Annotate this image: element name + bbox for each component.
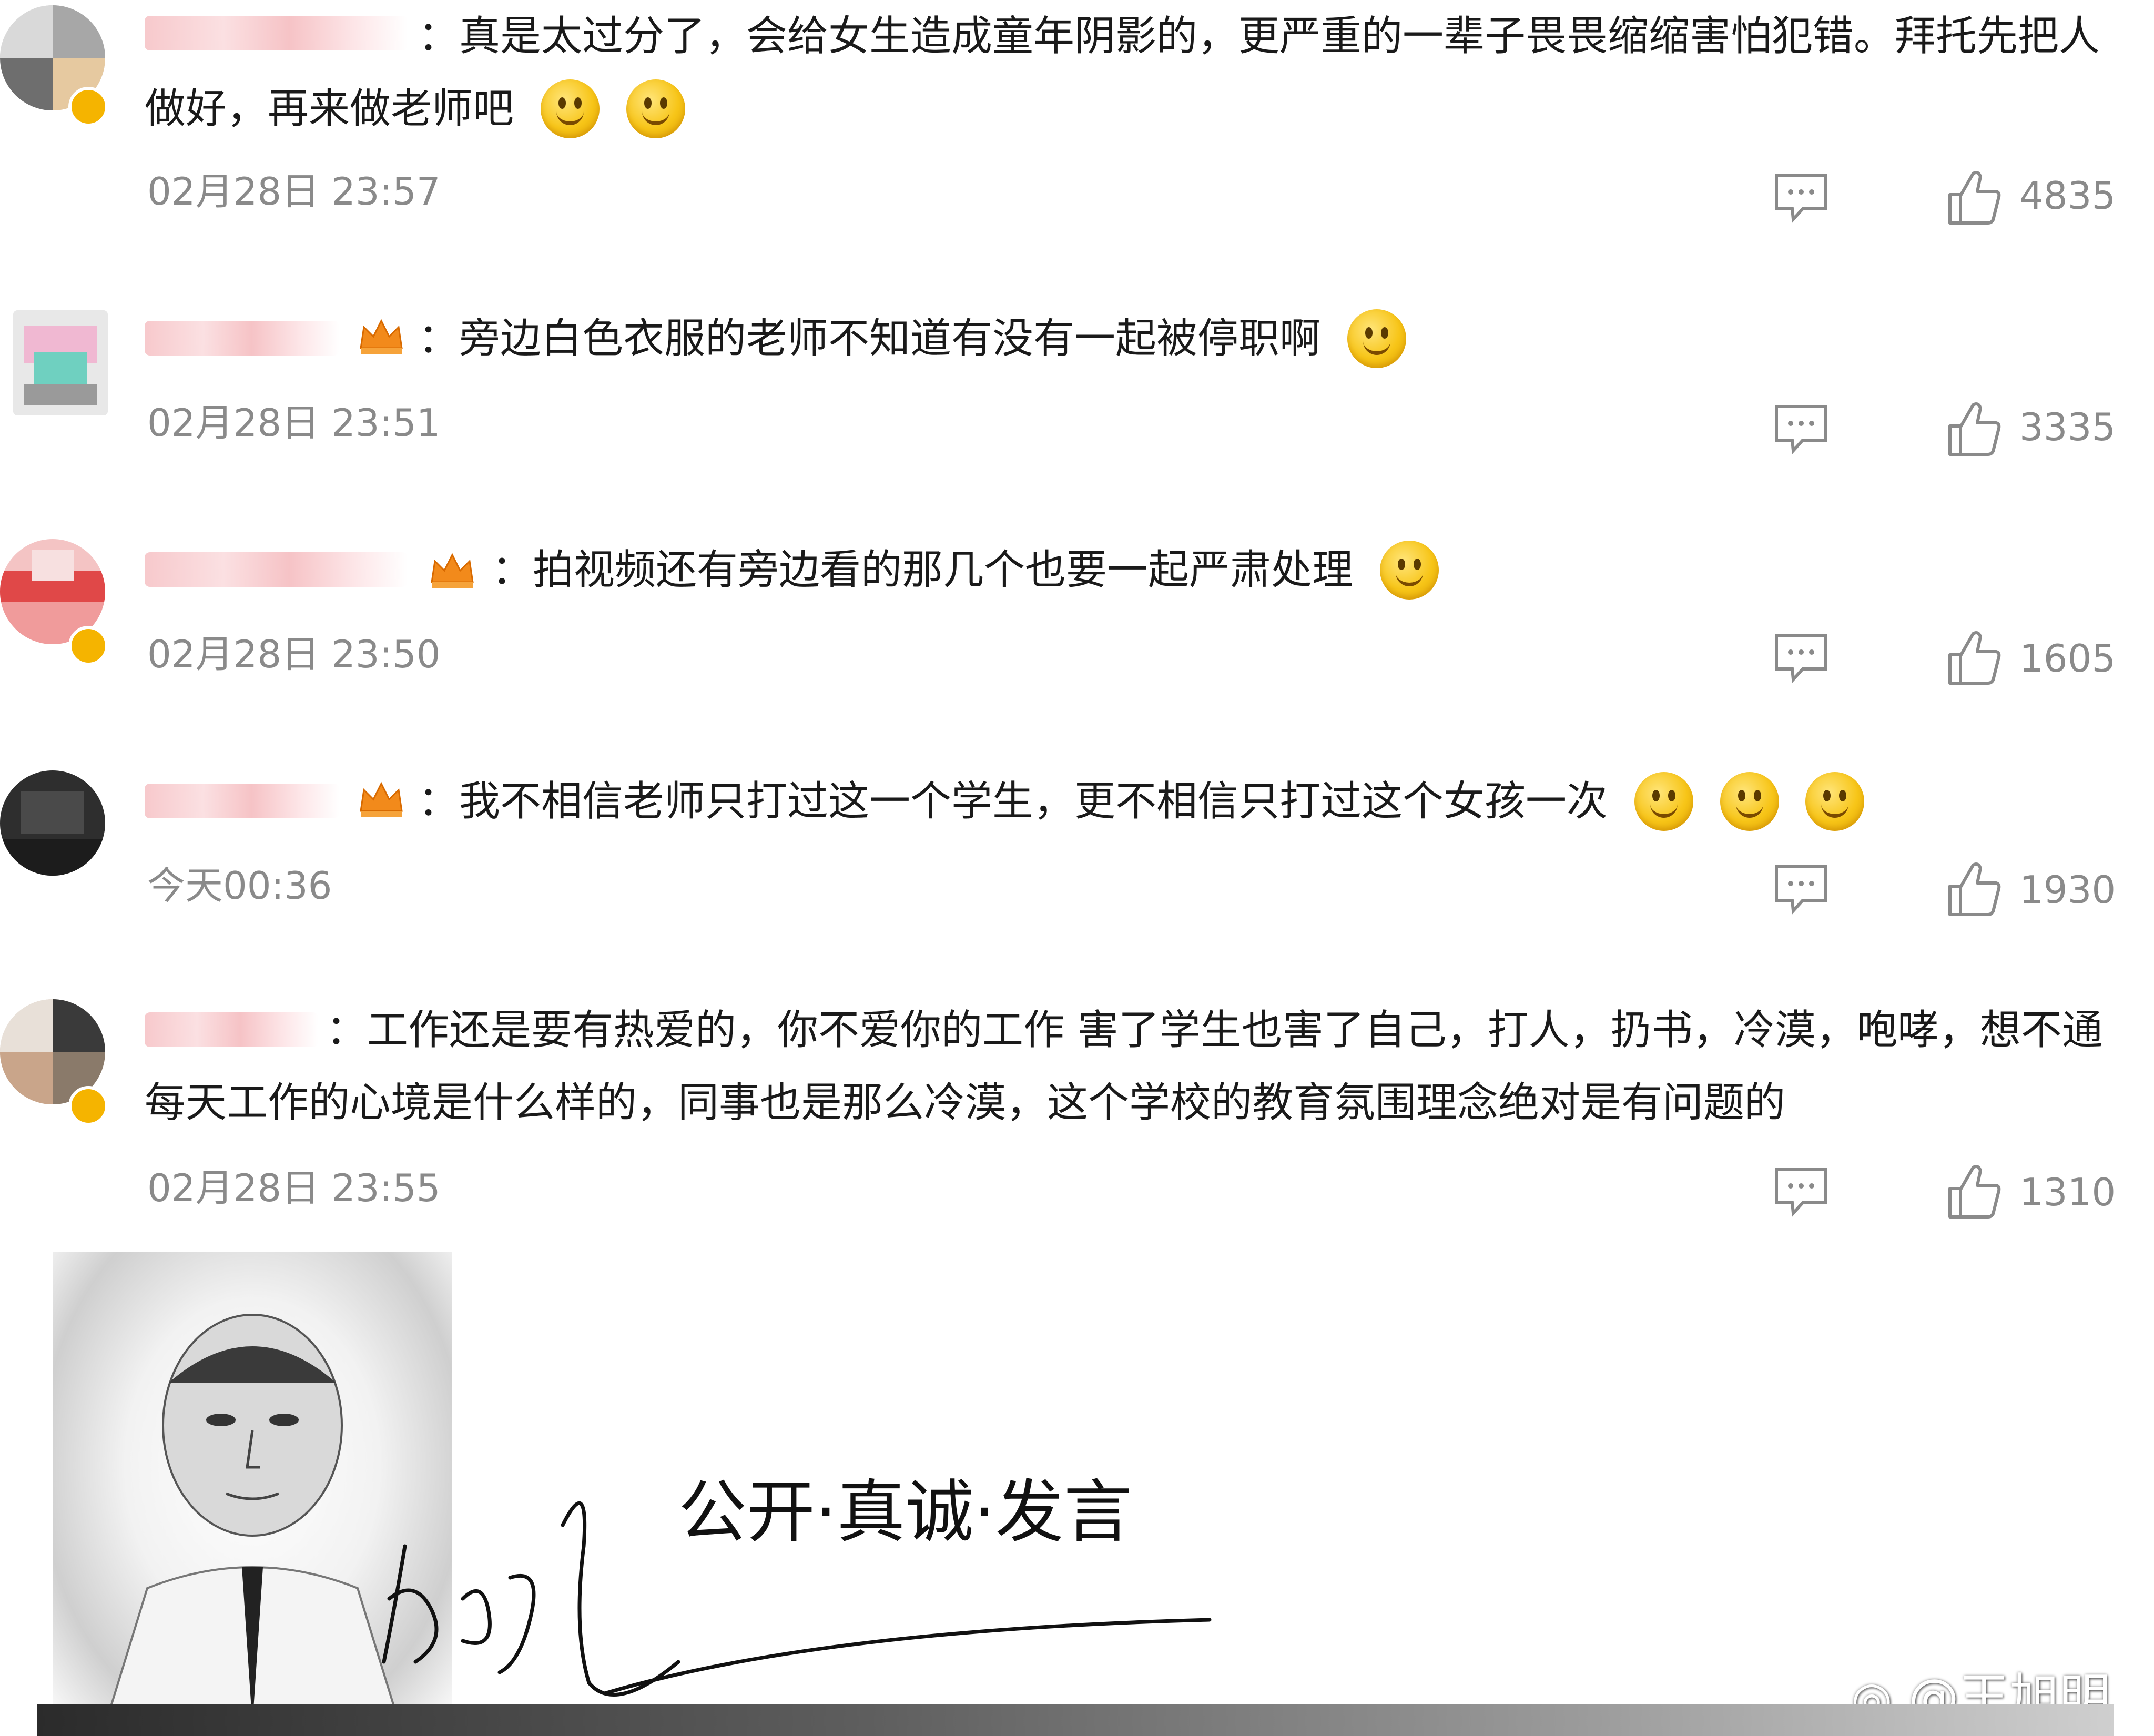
avatar[interactable]	[13, 310, 108, 415]
comment-text: ：真是太过分了，会给女生造成童年阴影的，更严重的一辈子畏畏缩缩害怕犯错。拜托先把…	[145, 0, 2133, 145]
smile-emoji-icon	[1805, 772, 1865, 831]
thumbs-up-icon[interactable]	[1946, 1162, 2004, 1220]
verified-badge-icon	[68, 1086, 108, 1126]
author-banner: 公开·真诚·发言 ◎ @王旭明	[0, 1241, 2154, 1736]
verified-badge-icon	[68, 626, 108, 666]
avatar[interactable]	[0, 770, 105, 876]
verified-badge-icon	[68, 87, 108, 127]
like-count: 4835	[2019, 174, 2116, 218]
smile-emoji-icon	[1720, 772, 1779, 831]
comment-bubble-icon[interactable]	[1772, 402, 1830, 455]
comment-bubble-icon[interactable]	[1772, 171, 1830, 224]
comment-bubble-icon[interactable]	[1772, 1165, 1830, 1217]
comment-bubble-icon[interactable]	[1772, 862, 1830, 915]
comment-text: ：工作还是要有热爱的，你不爱你的工作 害了学生也害了自己，打人，扔书，冷漠，咆哮…	[145, 1007, 2103, 1126]
smile-emoji-icon	[1634, 772, 1693, 831]
comment-bubble-icon[interactable]	[1772, 631, 1830, 684]
comment-time: 02月28日 23:50	[147, 632, 441, 676]
smile-emoji-icon	[1379, 541, 1439, 600]
comment-time: 02月28日 23:55	[147, 1166, 441, 1210]
comment-text: ：我不相信老师只打过这一个学生，更不相信只打过这个女孩一次	[145, 765, 2133, 838]
thumbs-up-icon[interactable]	[1946, 168, 2004, 226]
like-count: 1605	[2019, 636, 2116, 681]
comment-text: ：旁边白色衣服的老师不知道有没有一起被停职啊	[145, 302, 2133, 375]
like-count: 1930	[2019, 868, 2116, 912]
bottom-bar	[37, 1704, 2114, 1736]
thumbs-up-icon[interactable]	[1946, 400, 2004, 458]
comment-text: ：拍视频还有旁边看的那几个也要一起严肃处理	[145, 534, 2133, 606]
comment-time: 今天00:36	[147, 864, 332, 908]
peek-eyes-emoji-icon	[1347, 309, 1406, 368]
slogan-text: 公开·真诚·发言	[678, 1472, 1132, 1552]
doge-thinking-emoji-icon	[626, 79, 685, 138]
comment-time: 02月28日 23:51	[147, 401, 441, 445]
comment-time: 02月28日 23:57	[147, 169, 441, 214]
like-count: 3335	[2019, 405, 2116, 449]
like-count: 1310	[2019, 1170, 2116, 1214]
thumbs-up-icon[interactable]	[1946, 628, 2004, 686]
doge-thinking-emoji-icon	[540, 79, 600, 138]
thumbs-up-icon[interactable]	[1946, 860, 2004, 918]
